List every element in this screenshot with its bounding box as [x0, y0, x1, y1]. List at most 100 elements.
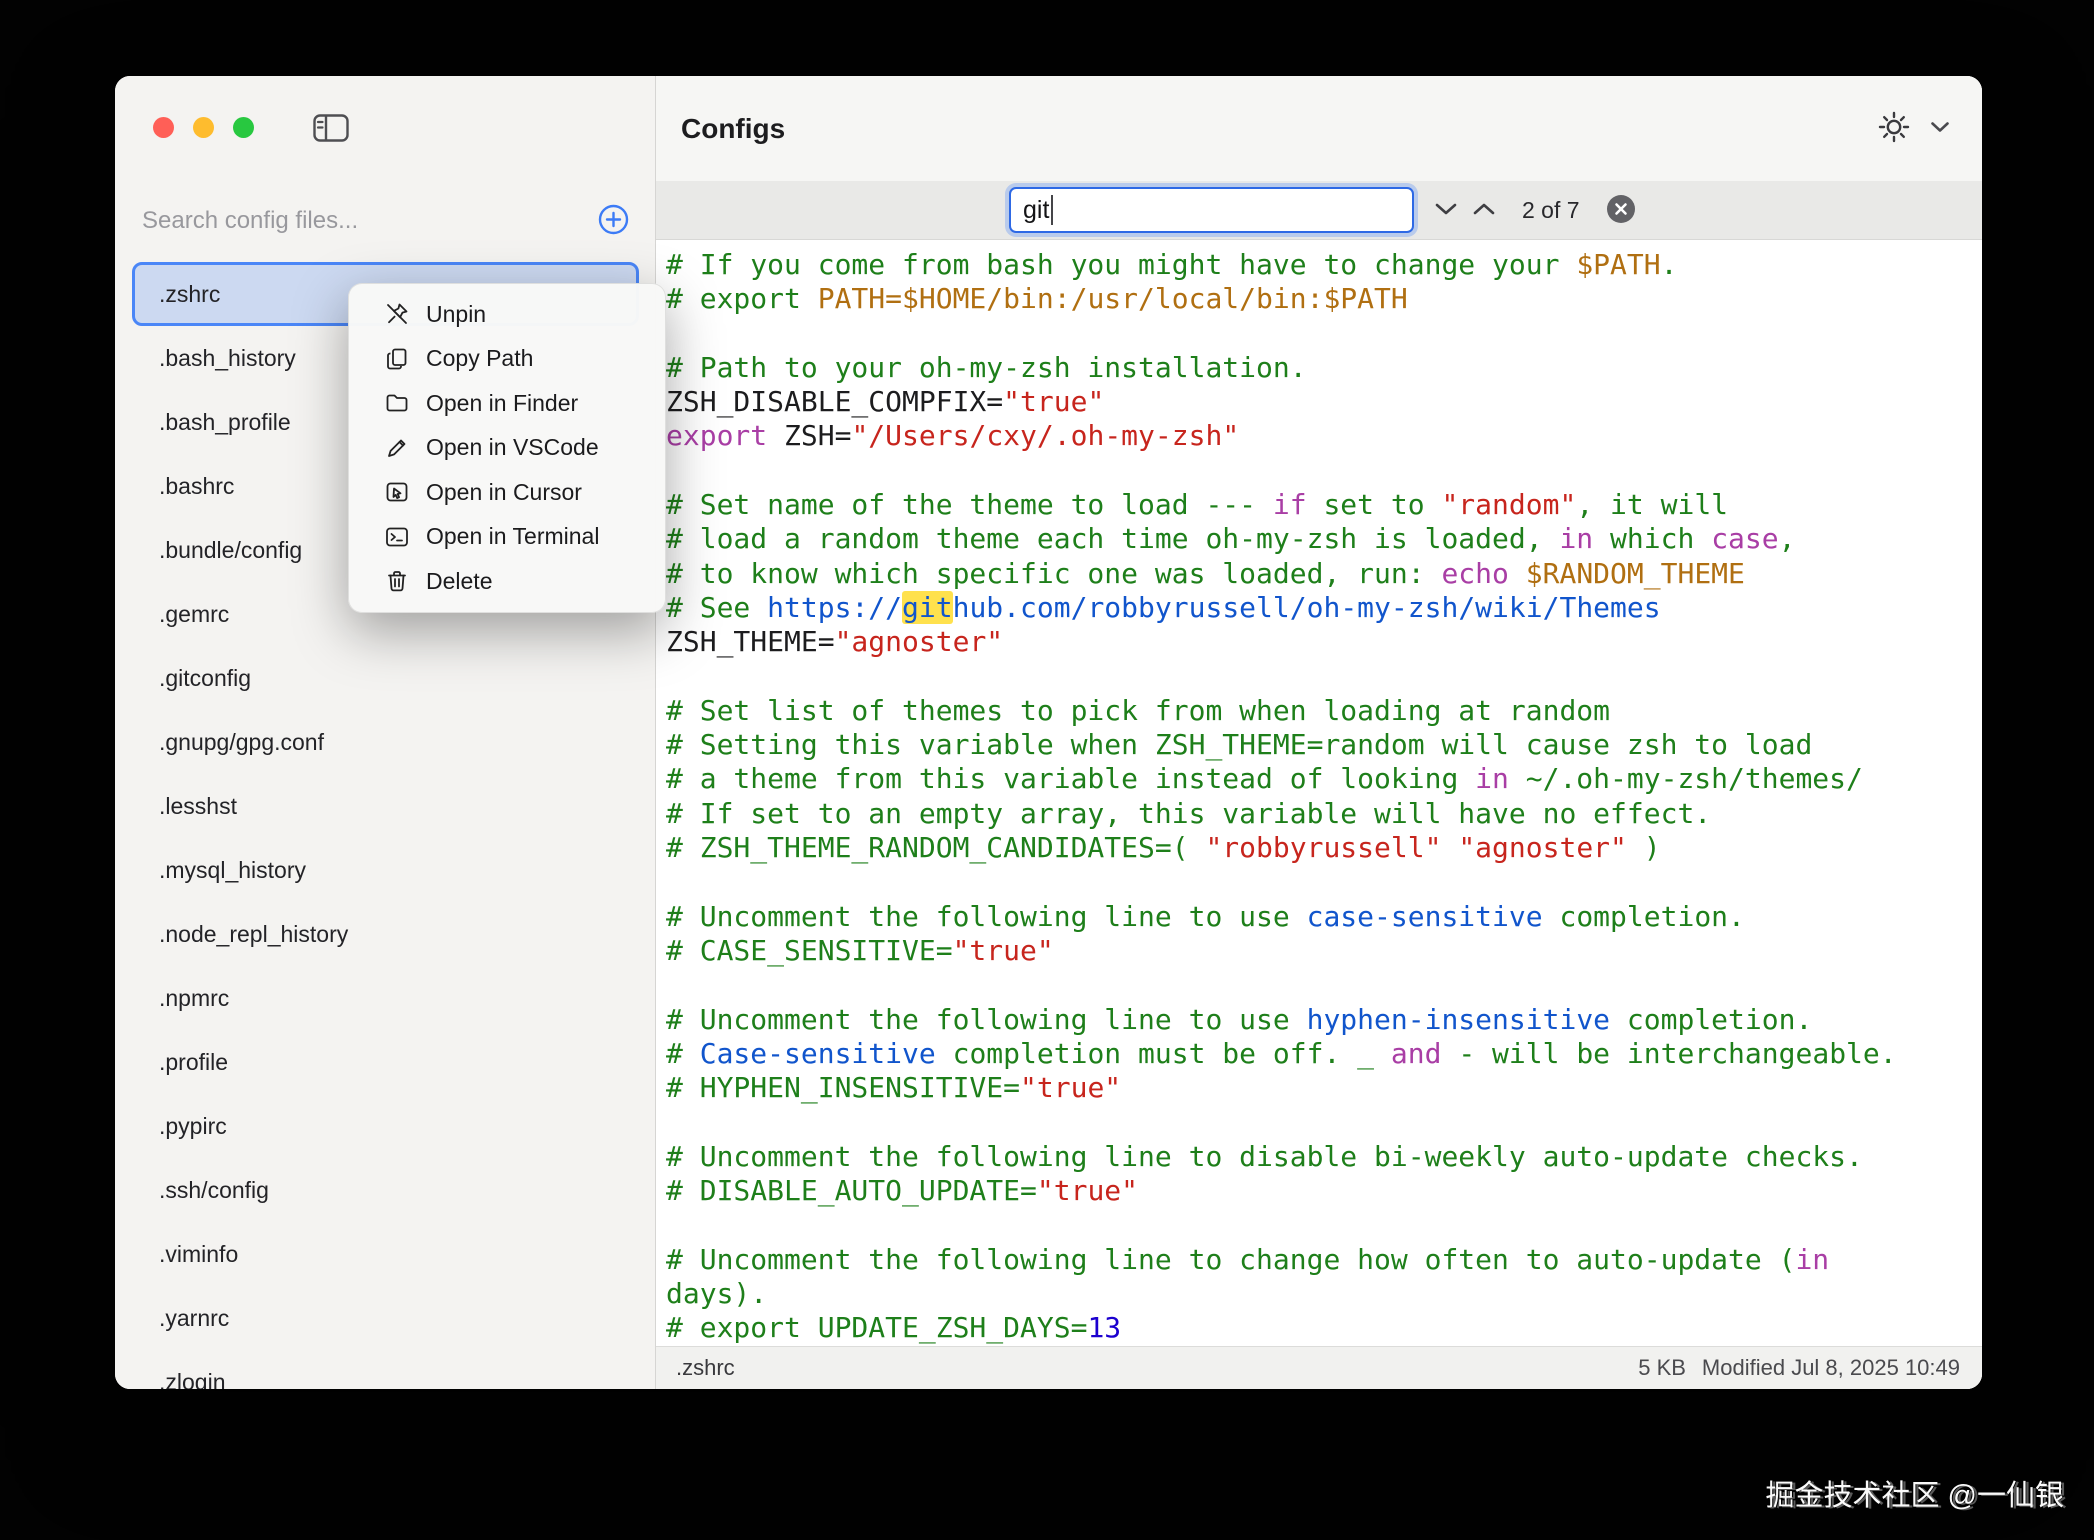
context-menu-item[interactable]: Open in VSCode — [349, 426, 665, 471]
find-previous-button[interactable] — [1468, 198, 1500, 223]
file-list-item[interactable]: .ssh/config — [132, 1158, 639, 1222]
zoom-window-button[interactable] — [233, 117, 254, 138]
code-span: # a theme from this variable instead of … — [666, 762, 1475, 795]
code-line: # HYPHEN_INSENSITIVE="true" — [666, 1071, 1962, 1105]
code-line: ZSH_DISABLE_COMPFIX="true" — [666, 385, 1962, 419]
sidebar-toggle-button[interactable] — [311, 113, 351, 145]
watermark: 掘金技术社区 @一仙银 — [1766, 1472, 2065, 1514]
code-line: # If set to an empty array, this variabl… — [666, 797, 1962, 831]
chevron-down-icon — [1434, 202, 1458, 219]
find-close-button[interactable] — [1602, 190, 1640, 231]
context-menu-item[interactable]: Open in Finder — [349, 381, 665, 426]
sun-icon — [1876, 109, 1912, 148]
code-span: # — [666, 1037, 700, 1070]
code-span: "true" — [1020, 1071, 1121, 1104]
code-line: export ZSH="/Users/cxy/.oh-my-zsh" — [666, 419, 1962, 453]
code-editor[interactable]: # If you come from bash you might have t… — [656, 240, 1982, 1346]
add-config-button[interactable] — [595, 203, 631, 239]
folder-icon — [383, 390, 411, 416]
code-span: # Setting this variable when ZSH_THEME=r… — [666, 728, 1812, 761]
code-span: echo — [1441, 557, 1508, 590]
context-menu-item[interactable]: Open in Terminal — [349, 515, 665, 560]
text-caret — [1051, 195, 1053, 225]
file-list-item[interactable]: .gitconfig — [132, 646, 639, 710]
toolbar-actions — [1872, 105, 1954, 152]
file-list-item[interactable]: .profile — [132, 1030, 639, 1094]
code-line: # to know which specific one was loaded,… — [666, 557, 1962, 591]
theme-toggle-button[interactable] — [1872, 105, 1916, 152]
code-line: # Uncomment the following line to use ca… — [666, 900, 1962, 934]
chevron-up-icon — [1472, 202, 1496, 219]
find-next-button[interactable] — [1430, 198, 1462, 223]
code-line: # a theme from this variable instead of … — [666, 762, 1962, 796]
file-list-item[interactable]: .npmrc — [132, 966, 639, 1030]
code-span: - will be interchangeable. — [1441, 1037, 1896, 1070]
file-list-item[interactable]: .mysql_history — [132, 838, 639, 902]
code-span: ZSH_DISABLE_COMPFIX= — [666, 385, 1003, 418]
page-title: Configs — [681, 113, 785, 145]
code-span: https:// — [767, 591, 902, 624]
context-menu-item[interactable]: Copy Path — [349, 337, 665, 382]
code-line: # ZSH_THEME_RANDOM_CANDIDATES=( "robbyru… — [666, 831, 1962, 865]
code-span: # export — [666, 282, 818, 315]
code-span: and — [1391, 1037, 1442, 1070]
file-list-item[interactable]: .zlogin — [132, 1350, 639, 1389]
sidebar-search-field[interactable]: Search config files... — [142, 200, 631, 242]
code-span: # Set name of the theme to load --- — [666, 488, 1273, 521]
find-bar: git 2 of 7 — [656, 181, 1982, 240]
context-menu-item-label: Open in VSCode — [426, 434, 599, 461]
code-span: # Set list of themes to pick from when l… — [666, 694, 1610, 727]
code-span: in — [1475, 762, 1509, 795]
code-line: ZSH_THEME="agnoster" — [666, 625, 1962, 659]
code-line: # Set name of the theme to load --- if s… — [666, 488, 1962, 522]
match-count: 2 of 7 — [1522, 197, 1580, 224]
code-line: # Path to your oh-my-zsh installation. — [666, 351, 1962, 385]
toolbar-dropdown-button[interactable] — [1926, 117, 1954, 140]
code-line: # export UPDATE_ZSH_DAYS=13 — [666, 1311, 1962, 1345]
close-window-button[interactable] — [153, 117, 174, 138]
content-pane: Configs — [656, 76, 1982, 1389]
code-span: # to know which specific one was loaded,… — [666, 557, 1441, 590]
find-input[interactable]: git — [1009, 187, 1414, 233]
code-span: . — [1661, 248, 1678, 281]
context-menu-item[interactable]: Delete — [349, 559, 665, 604]
file-list-item[interactable]: .pypirc — [132, 1094, 639, 1158]
code-line — [666, 660, 1962, 694]
code-span: if — [1273, 488, 1307, 521]
code-span: in — [1795, 1243, 1829, 1276]
file-list-item[interactable]: .lesshst — [132, 774, 639, 838]
code-line: # Case-sensitive completion must be off.… — [666, 1037, 1962, 1071]
code-line: # export PATH=$HOME/bin:/usr/local/bin:$… — [666, 282, 1962, 316]
code-span: days). — [666, 1277, 767, 1310]
minimize-window-button[interactable] — [193, 117, 214, 138]
code-span: in — [1559, 522, 1593, 555]
file-list-item[interactable]: .viminfo — [132, 1222, 639, 1286]
status-file-name: .zshrc — [676, 1355, 735, 1381]
desktop-background: Search config files... .zshrc.bash_histo… — [0, 0, 2094, 1540]
code-span: , it will — [1576, 488, 1728, 521]
code-span: "agnoster" — [1458, 831, 1627, 864]
context-menu-item[interactable]: Open in Cursor — [349, 470, 665, 515]
file-list-item[interactable]: .node_repl_history — [132, 902, 639, 966]
trash-icon — [383, 568, 411, 594]
file-list-item[interactable]: .gnupg/gpg.conf — [132, 710, 639, 774]
code-span — [1441, 831, 1458, 864]
code-line — [666, 1208, 1962, 1242]
code-span: set to — [1307, 488, 1442, 521]
code-span: # Uncomment the following line to disabl… — [666, 1140, 1863, 1173]
code-span: ) — [1627, 831, 1661, 864]
code-span: completion. — [1610, 1003, 1812, 1036]
code-span: "/Users/cxy/.oh-my-zsh" — [851, 419, 1239, 452]
code-span: # load a random theme each time oh-my-zs… — [666, 522, 1559, 555]
file-list-item[interactable]: .yarnrc — [132, 1286, 639, 1350]
code-span: "robbyrussell" — [1205, 831, 1441, 864]
code-line: days). — [666, 1277, 1962, 1311]
code-span: completion. — [1543, 900, 1745, 933]
code-span: "random" — [1441, 488, 1576, 521]
context-menu-item[interactable]: Unpin — [349, 292, 665, 337]
code-span: completion must be off. _ — [936, 1037, 1391, 1070]
status-file-size: 5 KB — [1638, 1355, 1686, 1381]
code-span: # HYPHEN_INSENSITIVE= — [666, 1071, 1020, 1104]
code-line — [666, 865, 1962, 899]
window-controls — [153, 117, 254, 138]
